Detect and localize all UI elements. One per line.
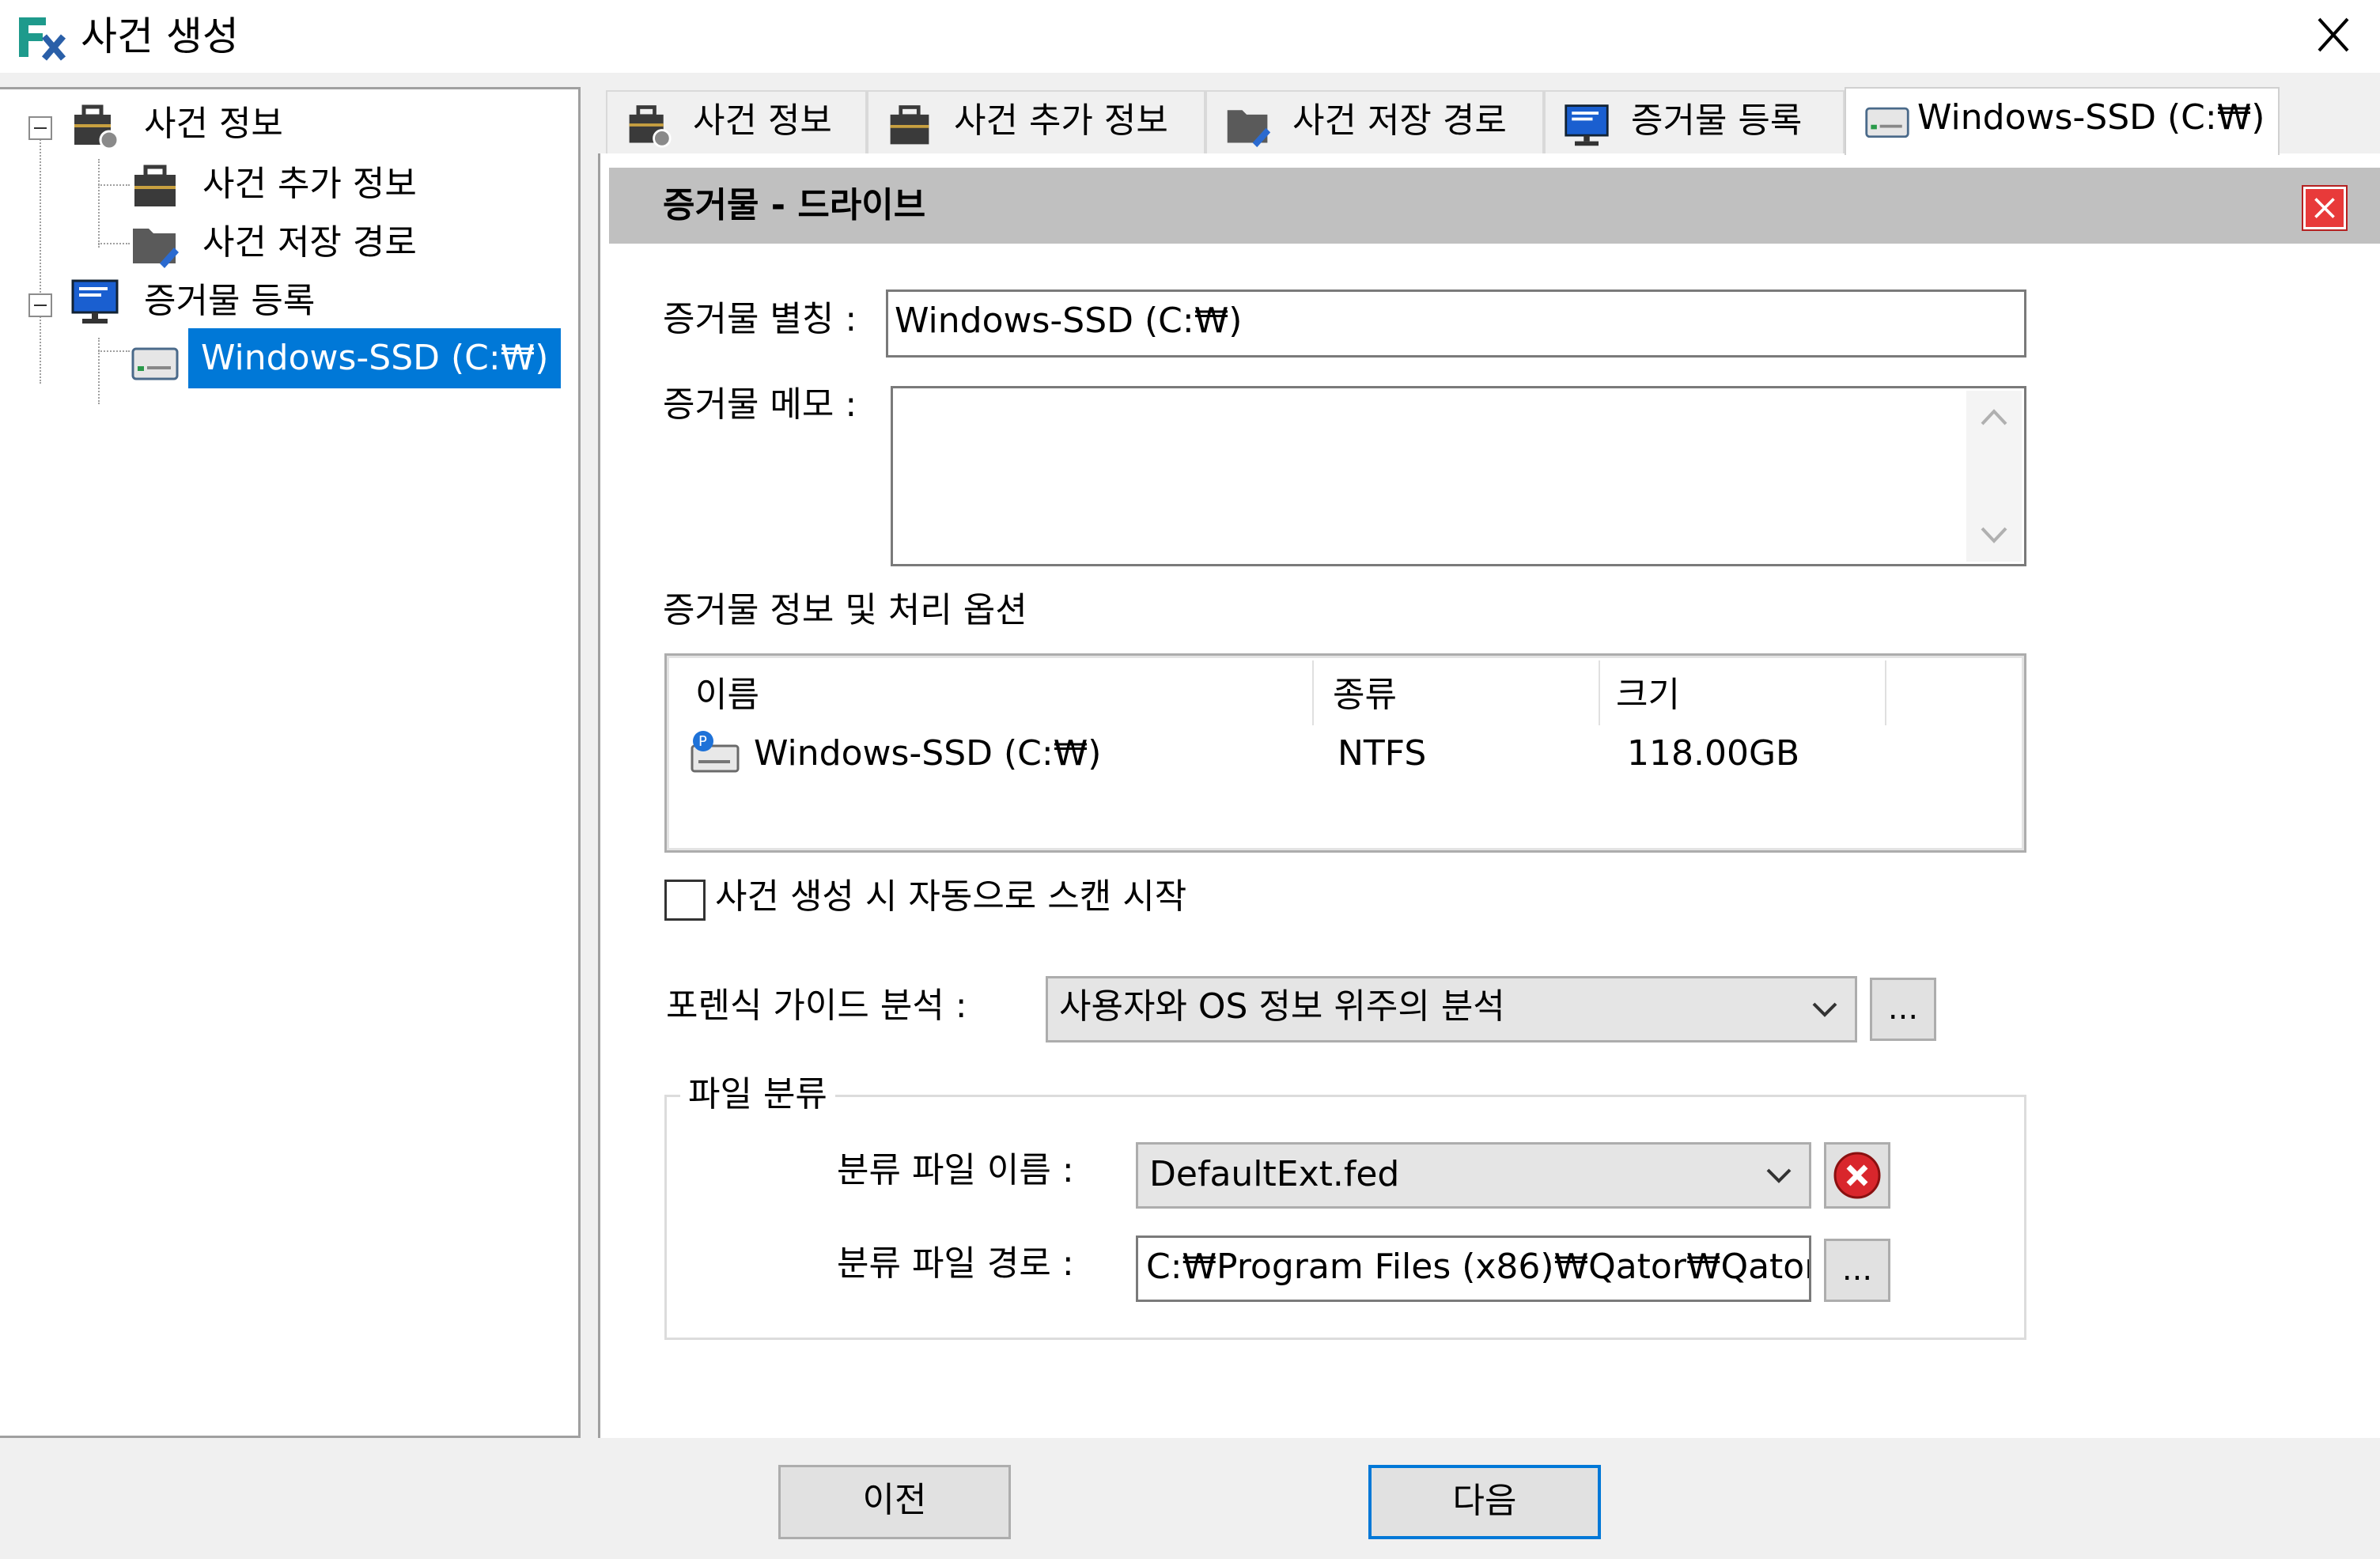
class-name-remove-button[interactable] bbox=[1824, 1142, 1890, 1209]
tab-case-info[interactable]: 사건 정보 bbox=[606, 90, 867, 153]
close-window-button[interactable] bbox=[2294, 3, 2370, 70]
scroll-up-icon[interactable] bbox=[1976, 405, 2012, 429]
tree-item-case-info[interactable]: 사건 정보 bbox=[144, 99, 283, 149]
briefcase-gear-icon bbox=[74, 104, 119, 150]
folder-pen-icon bbox=[133, 229, 179, 268]
prev-button[interactable]: 이전 bbox=[778, 1465, 1011, 1539]
section-close-button[interactable] bbox=[2302, 185, 2348, 231]
row-name: Windows-SSD (C:₩) bbox=[754, 733, 1102, 774]
column-header-type[interactable]: 종류 bbox=[1333, 670, 1397, 721]
evidence-table: 이름 종류 크기 P Windows-SSD (C:₩) NTFS 118.00… bbox=[664, 653, 2026, 853]
drive-icon bbox=[1865, 107, 1909, 138]
guide-select[interactable]: 사용자와 OS 정보 위주의 분석 bbox=[1046, 976, 1857, 1042]
briefcase-icon bbox=[890, 105, 929, 145]
navigation-tree: 사건 정보 사건 추가 정보 사건 저장 경로 증거물 등록 Windows-S… bbox=[0, 87, 581, 1438]
file-class-group-title: 파일 분류 bbox=[680, 1069, 835, 1120]
error-remove-icon bbox=[1833, 1152, 1881, 1199]
row-type: NTFS bbox=[1338, 733, 1427, 774]
next-button[interactable]: 다음 bbox=[1368, 1465, 1601, 1539]
briefcase-icon bbox=[134, 165, 176, 206]
partition-drive-icon: P bbox=[691, 731, 740, 773]
tree-item-case-extra-info[interactable]: 사건 추가 정보 bbox=[202, 159, 417, 210]
tab-case-save-path[interactable]: 사건 저장 경로 bbox=[1205, 90, 1544, 153]
tree-expander-evidence[interactable] bbox=[28, 293, 52, 317]
tab-drive-active[interactable]: Windows-SSD (C:₩) bbox=[1845, 87, 2280, 155]
file-class-group bbox=[664, 1095, 2026, 1340]
guide-browse-button[interactable]: ... bbox=[1870, 978, 1936, 1041]
folder-pen-icon bbox=[1227, 110, 1271, 148]
class-path-browse-button[interactable]: ... bbox=[1824, 1239, 1890, 1302]
tab-label: Windows-SSD (C:₩) bbox=[1917, 97, 2265, 138]
chevron-down-icon bbox=[1812, 1002, 1837, 1017]
table-row[interactable]: P Windows-SSD (C:₩) NTFS 118.00GB bbox=[691, 725, 1996, 782]
autoscan-label[interactable]: 사건 생성 시 자동으로 스캔 시작 bbox=[715, 872, 1186, 922]
column-header-size[interactable]: 크기 bbox=[1616, 670, 1680, 721]
svg-text:P: P bbox=[698, 733, 707, 750]
tab-label: 증거물 등록 bbox=[1631, 100, 1803, 141]
monitor-icon bbox=[71, 279, 119, 324]
tree-item-evidence-register[interactable]: 증거물 등록 bbox=[144, 276, 315, 327]
class-name-label: 분류 파일 이름 : bbox=[837, 1150, 1074, 1190]
autoscan-checkbox[interactable] bbox=[664, 880, 706, 921]
options-label: 증거물 정보 및 처리 옵션 bbox=[663, 590, 1027, 630]
window-title: 사건 생성 bbox=[81, 13, 239, 59]
memo-textarea[interactable] bbox=[891, 386, 2026, 566]
tab-label: 사건 저장 경로 bbox=[1292, 100, 1507, 141]
class-path-input[interactable]: C:₩Program Files (x86)₩Qator₩QatorFo bbox=[1136, 1235, 1811, 1302]
alias-label: 증거물 별칭 : bbox=[663, 299, 857, 339]
tab-label: 사건 추가 정보 bbox=[954, 100, 1168, 141]
tab-case-extra-info[interactable]: 사건 추가 정보 bbox=[867, 90, 1205, 153]
class-name-value: DefaultExt.fed bbox=[1149, 1154, 1400, 1194]
memo-scrollbar[interactable] bbox=[1966, 391, 2022, 562]
tab-label: 사건 정보 bbox=[693, 100, 832, 141]
tree-expander-case-info[interactable] bbox=[28, 116, 52, 140]
row-size: 118.00GB bbox=[1627, 733, 1800, 774]
drive-icon bbox=[131, 347, 179, 380]
monitor-icon bbox=[1565, 104, 1609, 146]
tree-item-case-save-path[interactable]: 사건 저장 경로 bbox=[202, 218, 417, 268]
chevron-down-icon bbox=[1766, 1168, 1792, 1183]
app-logo-icon bbox=[19, 17, 66, 61]
class-name-select[interactable]: DefaultExt.fed bbox=[1136, 1142, 1811, 1209]
section-title: 증거물 - 드라이브 bbox=[663, 185, 926, 225]
tab-strip: 사건 정보 사건 추가 정보 사건 저장 경로 증거물 등록 Windows-S… bbox=[598, 87, 2380, 155]
tab-evidence-register[interactable]: 증거물 등록 bbox=[1544, 90, 1845, 153]
class-path-label: 분류 파일 경로 : bbox=[837, 1243, 1074, 1284]
guide-label: 포렌식 가이드 분석 : bbox=[666, 986, 967, 1026]
memo-label: 증거물 메모 : bbox=[663, 384, 857, 425]
briefcase-gear-icon bbox=[629, 105, 672, 148]
title-bar bbox=[0, 0, 2380, 73]
column-header-name[interactable]: 이름 bbox=[695, 670, 759, 721]
guide-select-value: 사용자와 OS 정보 위주의 분석 bbox=[1059, 986, 1505, 1027]
alias-input[interactable]: Windows-SSD (C:₩) bbox=[886, 289, 2026, 358]
tree-item-drive-selected[interactable]: Windows-SSD (C:₩) bbox=[188, 328, 562, 388]
scroll-down-icon[interactable] bbox=[1976, 524, 2012, 547]
